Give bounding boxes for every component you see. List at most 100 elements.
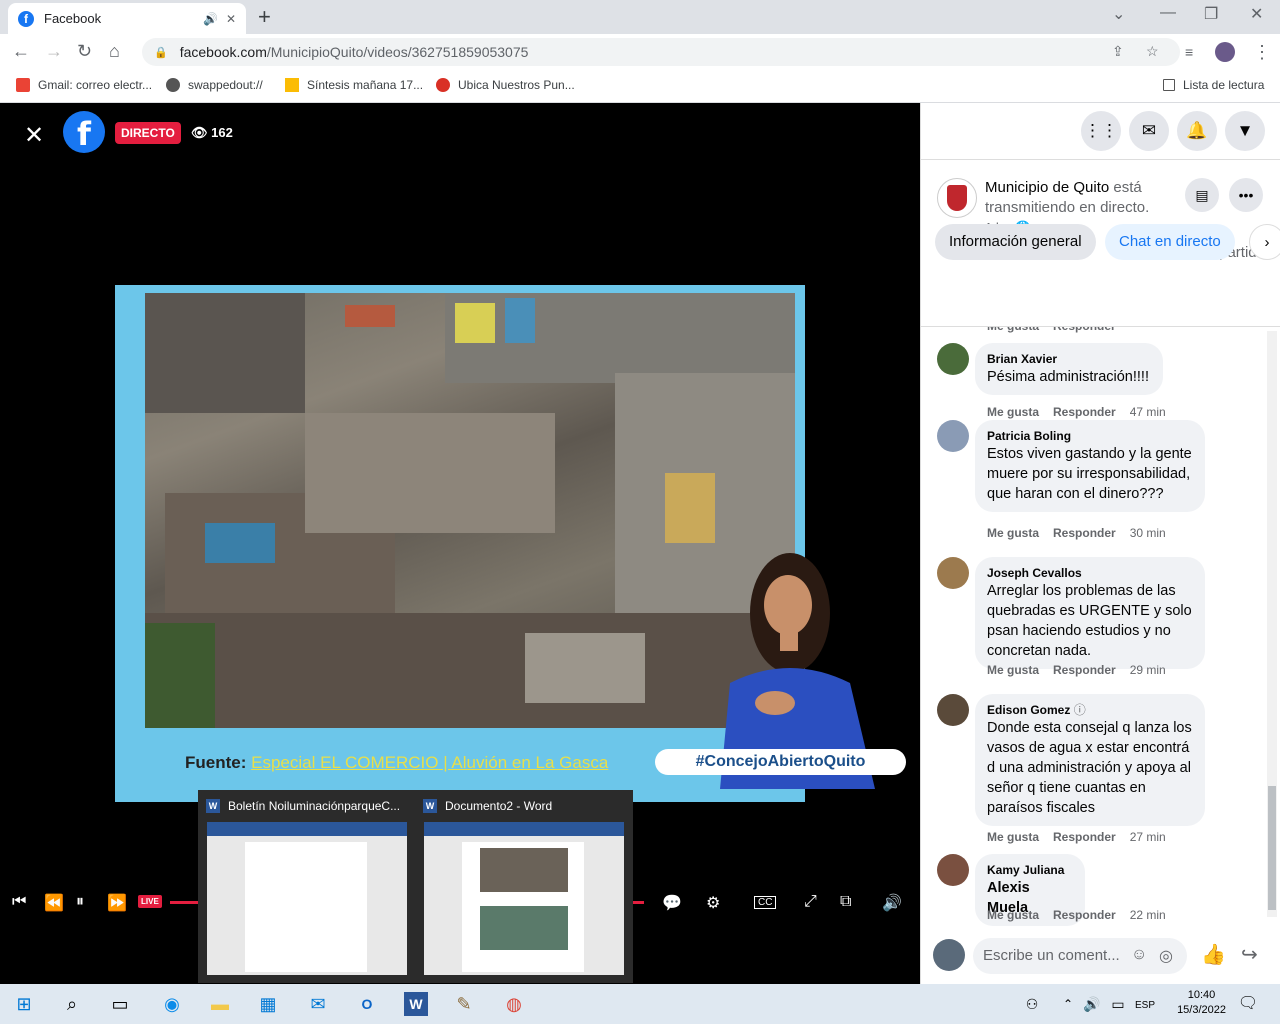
like-link[interactable]: Me gusta	[987, 908, 1039, 922]
new-tab-icon[interactable]: +	[258, 4, 271, 30]
scrollbar-thumb[interactable]	[1268, 786, 1276, 910]
tab-live-chat[interactable]: Chat en directo	[1105, 224, 1235, 260]
comment-input[interactable]: Escribe un coment...	[973, 938, 1187, 974]
info-icon[interactable]: ⓘ	[1074, 703, 1086, 717]
reading-list[interactable]: Lista de lectura	[1163, 78, 1264, 92]
profile-avatar[interactable]	[1215, 42, 1235, 62]
bookmark-ubica[interactable]: Ubica Nuestros Pun...	[436, 78, 575, 92]
chrome-icon[interactable]: ◍	[502, 992, 526, 1016]
like-link[interactable]: Me gusta	[987, 405, 1039, 419]
bookmark-sintesis[interactable]: Síntesis mañana 17...	[285, 78, 423, 92]
settings-gear-icon[interactable]: ⚙	[706, 893, 720, 913]
like-link[interactable]: Me gusta	[987, 327, 1039, 333]
browser-tab[interactable]: f Facebook 🔊 ✕	[8, 3, 246, 34]
close-window-icon[interactable]: ✕	[1250, 4, 1263, 24]
menu-grid-icon[interactable]: ⋮⋮	[1081, 111, 1121, 151]
commenter-avatar[interactable]	[937, 694, 969, 726]
source-link[interactable]: Especial EL COMERCIO | Aluvión en La Gas…	[251, 753, 608, 772]
emoji-icon[interactable]: ☺	[1131, 946, 1147, 964]
notifications-bell-icon[interactable]: 🔔	[1177, 111, 1217, 151]
word-window-thumb-1[interactable]: W Boletín NoiluminaciónparqueC...	[206, 796, 411, 978]
tray-chevron-icon[interactable]: ⌃	[1056, 992, 1080, 1016]
word-icon[interactable]: W	[404, 992, 428, 1016]
comment-time[interactable]: 27 min	[1130, 830, 1166, 844]
windows-start-icon[interactable]: ⊞	[12, 992, 36, 1016]
back-icon[interactable]: ←	[12, 41, 30, 62]
chevron-right-icon[interactable]: ›	[1249, 224, 1280, 260]
people-icon[interactable]: ⚇	[1020, 992, 1044, 1016]
messenger-icon[interactable]: ✉	[1129, 111, 1169, 151]
task-view-icon[interactable]: ▭	[108, 992, 132, 1016]
reply-link[interactable]: Responder	[1053, 908, 1116, 922]
system-clock[interactable]: 10:40 15/3/2022	[1177, 988, 1226, 1018]
commenter-avatar[interactable]	[937, 343, 969, 375]
live-indicator[interactable]: LIVE	[138, 895, 162, 908]
facebook-logo[interactable]: f	[63, 111, 105, 153]
bookmark-swappedout[interactable]: swappedout://	[166, 78, 263, 92]
chat-scrollbar[interactable]	[1267, 331, 1277, 917]
comment-time[interactable]: 29 min	[1130, 663, 1166, 677]
volume-icon[interactable]: 🔊	[1080, 992, 1104, 1016]
thumbs-up-icon[interactable]: 👍	[1201, 942, 1226, 967]
paint-icon[interactable]: ✎	[452, 992, 476, 1016]
progress-bar[interactable]	[170, 901, 200, 904]
star-icon[interactable]: ☆	[1146, 43, 1159, 60]
captions-icon[interactable]: CC	[754, 896, 777, 909]
like-link[interactable]: Me gusta	[987, 526, 1039, 540]
word-window-thumb-2[interactable]: W Documento2 - Word	[423, 796, 628, 978]
user-avatar[interactable]	[933, 939, 965, 971]
search-icon[interactable]: ⌕	[60, 992, 84, 1016]
network-icon[interactable]: ▭	[1106, 992, 1130, 1016]
share-icon[interactable]: ⇪	[1112, 43, 1124, 60]
restore-icon[interactable]: ❐	[1204, 4, 1218, 24]
minimize-icon[interactable]: —	[1160, 4, 1176, 22]
speaker-icon[interactable]: 🔊	[203, 12, 218, 26]
language-indicator[interactable]: ESP	[1130, 994, 1160, 1018]
rewind-icon[interactable]: ⏪	[44, 893, 64, 913]
menu-dots-icon[interactable]: ⋮	[1253, 42, 1271, 63]
share-arrow-icon[interactable]: ↪	[1241, 942, 1258, 967]
volume-icon[interactable]: 🔊	[882, 893, 902, 913]
commenter-avatar[interactable]	[937, 420, 969, 452]
comment-bubble-icon[interactable]: 💬	[662, 893, 682, 913]
edge-icon[interactable]: ◉	[160, 992, 184, 1016]
reload-icon[interactable]: ↻	[77, 41, 92, 62]
reply-link[interactable]: Responder	[1053, 405, 1116, 419]
pause-icon[interactable]: ⏸	[76, 893, 84, 911]
reply-link[interactable]: Responder	[1053, 327, 1116, 333]
store-icon[interactable]: ▦	[256, 992, 280, 1016]
close-icon[interactable]: ✕	[24, 121, 44, 150]
mail-icon[interactable]: ✉	[306, 992, 330, 1016]
municipio-avatar[interactable]	[937, 178, 977, 218]
commenter-name[interactable]: Joseph Cevallos	[987, 565, 1193, 581]
commenter-avatar[interactable]	[937, 557, 969, 589]
commenter-name[interactable]: Kamy Juliana	[987, 862, 1073, 878]
commenter-name[interactable]: Brian Xavier	[987, 351, 1151, 367]
account-dropdown-icon[interactable]: ▼	[1225, 111, 1265, 151]
file-explorer-icon[interactable]: ▬	[208, 992, 232, 1016]
tab-general-info[interactable]: Información general	[935, 224, 1096, 260]
tab-search-icon[interactable]: ⌄	[1112, 4, 1125, 24]
media-control-icon[interactable]: ≡	[1185, 44, 1193, 60]
page-name[interactable]: Municipio de Quito	[985, 179, 1109, 196]
expand-icon[interactable]: ⤢	[804, 893, 817, 911]
address-bar[interactable]: 🔒 facebook.com/MunicipioQuito/videos/362…	[142, 38, 1180, 66]
commenter-name[interactable]: Patricia Boling	[987, 428, 1193, 444]
picture-in-picture-icon[interactable]: ⧉	[840, 893, 851, 911]
reply-link[interactable]: Responder	[1053, 526, 1116, 540]
close-tab-icon[interactable]: ✕	[226, 12, 236, 26]
reply-link[interactable]: Responder	[1053, 663, 1116, 677]
forward-icon[interactable]: →	[45, 41, 63, 62]
outlook-icon[interactable]: O	[355, 992, 379, 1016]
skip-previous-icon[interactable]: ⏮	[12, 893, 26, 911]
home-icon[interactable]: ⌂	[109, 41, 120, 62]
comment-time[interactable]: 22 min	[1130, 908, 1166, 922]
commenter-avatar[interactable]	[937, 854, 969, 886]
comment-time[interactable]: 30 min	[1130, 526, 1166, 540]
reply-link[interactable]: Responder	[1053, 830, 1116, 844]
save-icon[interactable]: ▤	[1185, 178, 1219, 212]
like-link[interactable]: Me gusta	[987, 663, 1039, 677]
comment-time[interactable]: 47 min	[1130, 405, 1166, 419]
fast-forward-icon[interactable]: ⏩	[107, 893, 127, 913]
sticker-icon[interactable]: ◎	[1159, 946, 1173, 966]
